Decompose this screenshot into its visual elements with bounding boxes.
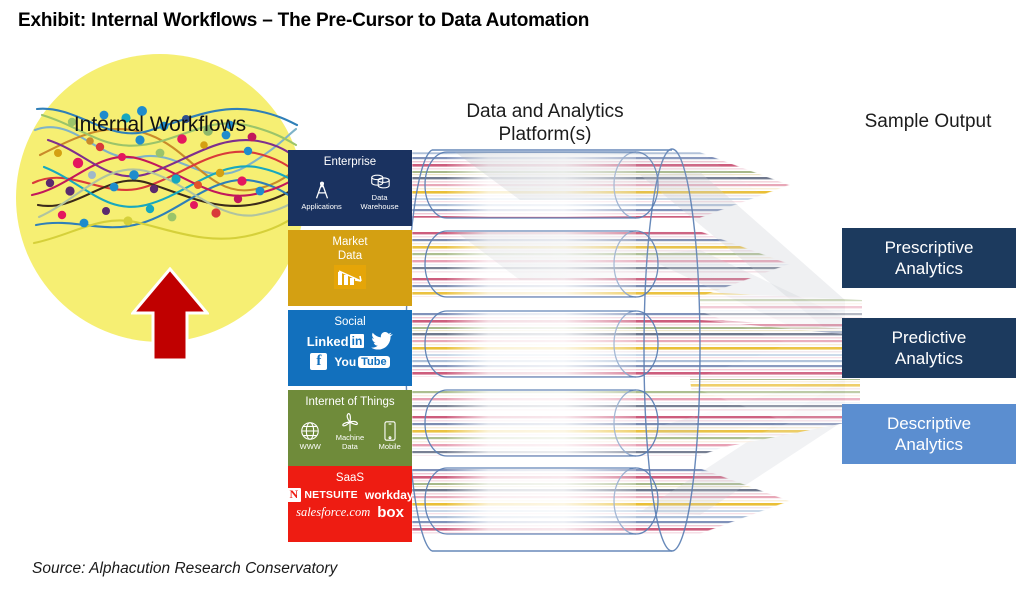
mobile-item: Mobile: [379, 420, 401, 451]
source-title-social: Social: [334, 316, 366, 328]
box-logo: box: [377, 504, 404, 522]
machine-data-label-l1: Machine: [335, 433, 365, 443]
applications-item: Applications: [301, 180, 342, 212]
source-title-enterprise: Enterprise: [323, 156, 377, 168]
source-box-saas[interactable]: SaaS N NETSUITE workday salesforce.com bo…: [288, 466, 412, 542]
workflow-tangle-graphic: [30, 106, 300, 245]
prescriptive-line2: Analytics: [894, 259, 964, 278]
output-box-predictive-analytics[interactable]: Predictive Analytics: [842, 318, 1016, 378]
www-item: WWW: [299, 420, 321, 451]
workday-logo: workday: [364, 488, 412, 503]
source-title-market-l2: Data: [337, 250, 363, 263]
prescriptive-line1: Prescriptive: [884, 237, 974, 257]
data-warehouse-item: Data Warehouse: [361, 171, 399, 212]
source-title-saas: SaaS: [335, 472, 365, 484]
output-box-descriptive-analytics[interactable]: Descriptive Analytics: [842, 404, 1016, 464]
source-title-iot: Internet of Things: [305, 396, 395, 408]
machine-data-label-l2: Data: [342, 442, 358, 452]
descriptive-line2: Analytics: [894, 435, 964, 454]
saas-logo-row-1: N NETSUITE workday: [288, 487, 412, 503]
red-up-arrow-icon: [131, 267, 209, 362]
source-box-enterprise[interactable]: Enterprise Applications Data Warehouse: [288, 150, 412, 226]
enterprise-icon-row: Applications Data Warehouse: [288, 169, 412, 212]
twitter-bird-icon: [371, 332, 394, 350]
youtube-tube-mark: Tube: [358, 355, 390, 368]
mobile-label: Mobile: [378, 442, 401, 452]
linkedin-in-mark: in: [349, 334, 365, 349]
source-box-market-data[interactable]: Market Data: [288, 230, 412, 306]
declining-bar-chart-icon: [334, 265, 366, 290]
source-box-social[interactable]: Social Linked in f You Tube: [288, 310, 412, 386]
source-title-market-l1: Market: [332, 236, 368, 248]
data-warehouse-icon: [370, 174, 390, 189]
facebook-logo: f: [310, 353, 328, 371]
youtube-wordmark: You: [334, 354, 357, 369]
applications-label: Applications: [301, 202, 342, 212]
mobile-phone-icon: [384, 421, 396, 441]
data-warehouse-label-l2: Warehouse: [360, 202, 399, 212]
netsuite-logo: N NETSUITE: [288, 487, 358, 502]
exhibit-canvas: Exhibit: Internal Workflows – The Pre-Cu…: [0, 0, 1024, 593]
www-label: WWW: [299, 442, 321, 452]
data-warehouse-label-l1: Data: [371, 193, 388, 203]
linkedin-logo: Linked in: [307, 334, 365, 349]
social-logo-row-2: f You Tube: [288, 353, 412, 371]
social-logo-row-1: Linked in: [288, 332, 412, 350]
predictive-line1: Predictive: [891, 327, 967, 347]
iot-icon-row: WWW Machine Data Mobile: [288, 409, 412, 452]
netsuite-n-mark: N: [288, 487, 302, 502]
descriptive-line1: Descriptive: [886, 413, 972, 433]
market-icon-row: [288, 265, 412, 290]
source-box-internet-of-things[interactable]: Internet of Things WWW Machine Data Mobi…: [288, 390, 412, 466]
predictive-line2: Analytics: [894, 349, 964, 368]
globe-icon: [301, 422, 320, 441]
youtube-logo: You Tube: [334, 354, 390, 369]
linkedin-wordmark: Linked: [306, 333, 349, 349]
salesforce-logo: salesforce.com: [296, 505, 371, 520]
applications-compass-icon: [315, 181, 328, 199]
saas-logo-row-2: salesforce.com box: [288, 505, 412, 520]
output-box-prescriptive-analytics[interactable]: Prescriptive Analytics: [842, 228, 1016, 288]
netsuite-wordmark: NETSUITE: [304, 489, 358, 501]
windmill-machine-icon: [342, 413, 358, 432]
machine-data-item: Machine Data: [336, 411, 364, 452]
